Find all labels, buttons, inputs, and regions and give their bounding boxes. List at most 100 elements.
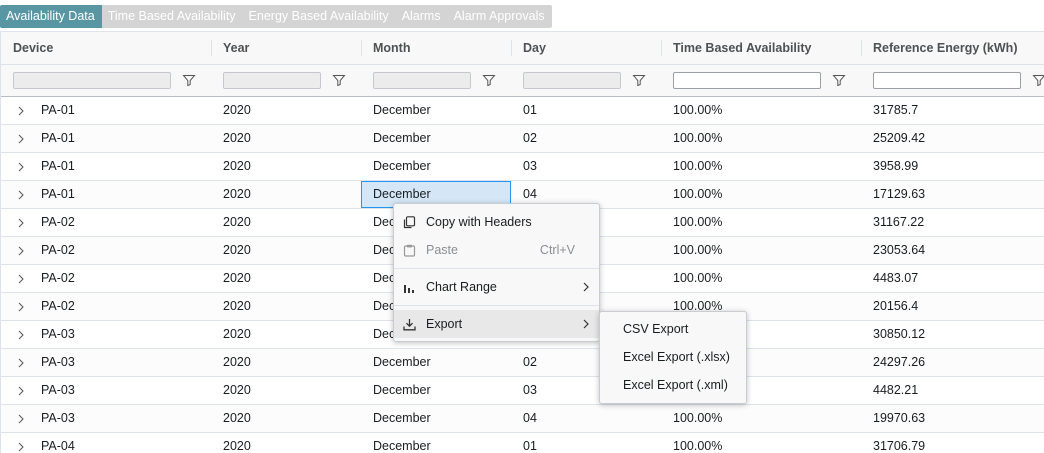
cell-time-based-availability[interactable]: 100.00% [661,265,861,292]
menu-item-export[interactable]: Export [394,310,599,338]
cell-reference-energy[interactable]: 20156.4 [861,293,1044,320]
menu-item-excel-export-xml[interactable]: Excel Export (.xml) [600,371,746,399]
chevron-right-icon[interactable] [15,133,27,145]
cell-device[interactable]: PA-01 [1,125,211,152]
cell-device[interactable]: PA-03 [1,321,211,348]
chevron-right-icon[interactable] [15,329,27,341]
cell-year[interactable]: 2020 [211,237,361,264]
cell-time-based-availability[interactable]: 100.00% [661,125,861,152]
cell-device[interactable]: PA-03 [1,377,211,404]
cell-year[interactable]: 2020 [211,181,361,208]
column-resize-handle[interactable] [661,40,662,56]
cell-device[interactable]: PA-02 [1,293,211,320]
cell-reference-energy[interactable]: 25209.42 [861,125,1044,152]
cell-year[interactable]: 2020 [211,293,361,320]
filter-input-day[interactable] [523,72,621,89]
cell-device[interactable]: PA-03 [1,349,211,376]
chevron-right-icon[interactable] [15,161,27,173]
column-header-time-based-availability[interactable]: Time Based Availability [661,32,861,64]
cell-reference-energy[interactable]: 24297.26 [861,349,1044,376]
chevron-right-icon[interactable] [15,301,27,313]
cell-reference-energy[interactable]: 31167.22 [861,209,1044,236]
cell-time-based-availability[interactable]: 100.00% [661,153,861,180]
cell-reference-energy[interactable]: 4482.21 [861,377,1044,404]
column-resize-handle[interactable] [211,40,212,56]
cell-device[interactable]: PA-01 [1,181,211,208]
chevron-right-icon[interactable] [15,273,27,285]
filter-input-time-based-availability[interactable] [673,72,821,89]
chevron-right-icon[interactable] [15,105,27,117]
cell-month[interactable]: December [361,97,511,124]
column-header-year[interactable]: Year [211,32,361,64]
cell-reference-energy[interactable]: 4483.07 [861,265,1044,292]
table-row[interactable]: PA-01 2020 December 03 100.00% 3958.99 [1,153,1044,181]
cell-year[interactable]: 2020 [211,153,361,180]
filter-input-device[interactable] [13,72,171,89]
table-row[interactable]: PA-03 2020 December 03 4482.21 [1,377,1044,405]
cell-year[interactable]: 2020 [211,321,361,348]
menu-item-chart-range[interactable]: Chart Range [394,273,599,301]
cell-month[interactable]: December [361,405,511,432]
cell-time-based-availability[interactable]: 100.00% [661,181,861,208]
cell-month[interactable]: December [361,433,511,453]
filter-icon[interactable] [332,73,346,87]
cell-month[interactable]: December [361,125,511,152]
table-row[interactable]: PA-04 2020 December 01 100.00% 31706.79 [1,433,1044,453]
filter-input-year[interactable] [223,72,321,89]
filter-icon[interactable] [632,73,646,87]
filter-icon[interactable] [482,73,496,87]
cell-device[interactable]: PA-02 [1,237,211,264]
cell-time-based-availability[interactable]: 100.00% [661,209,861,236]
filter-icon[interactable] [832,73,846,87]
cell-year[interactable]: 2020 [211,377,361,404]
cell-device[interactable]: PA-01 [1,153,211,180]
cell-day[interactable]: 01 [511,433,661,453]
chevron-right-icon[interactable] [15,189,27,201]
cell-device[interactable]: PA-04 [1,433,211,453]
filter-input-month[interactable] [373,72,471,89]
cell-year[interactable]: 2020 [211,97,361,124]
cell-month[interactable]: December [361,377,511,404]
cell-reference-energy[interactable]: 17129.63 [861,181,1044,208]
column-header-month[interactable]: Month [361,32,511,64]
cell-day[interactable]: 01 [511,97,661,124]
cell-year[interactable]: 2020 [211,209,361,236]
table-row[interactable]: PA-03 2020 December 02 24297.26 [1,349,1044,377]
cell-device[interactable]: PA-01 [1,97,211,124]
column-resize-handle[interactable] [361,40,362,56]
table-row[interactable]: PA-03 2020 December 04 100.00% 19970.63 [1,405,1044,433]
column-resize-handle[interactable] [861,40,862,56]
chevron-right-icon[interactable] [15,245,27,257]
cell-year[interactable]: 2020 [211,405,361,432]
cell-year[interactable]: 2020 [211,349,361,376]
cell-day[interactable]: 02 [511,125,661,152]
column-header-device[interactable]: Device [1,32,211,64]
tab-time-based-availability[interactable]: Time Based Availability [102,5,243,28]
cell-reference-energy[interactable]: 23053.64 [861,237,1044,264]
cell-reference-energy[interactable]: 31706.79 [861,433,1044,453]
table-row[interactable]: PA-01 2020 December 02 100.00% 25209.42 [1,125,1044,153]
tab-availability-data[interactable]: Availability Data [0,5,102,28]
cell-year[interactable]: 2020 [211,433,361,453]
table-row[interactable]: PA-01 2020 December 01 100.00% 31785.7 [1,97,1044,125]
cell-day[interactable]: 03 [511,153,661,180]
cell-device[interactable]: PA-02 [1,265,211,292]
cell-year[interactable]: 2020 [211,125,361,152]
tab-alarm-approvals[interactable]: Alarm Approvals [448,5,552,28]
cell-year[interactable]: 2020 [211,265,361,292]
cell-reference-energy[interactable]: 30850.12 [861,321,1044,348]
menu-item-copy-with-headers[interactable]: Copy with Headers [394,208,599,236]
column-header-reference-energy[interactable]: Reference Energy (kWh) [861,32,1044,64]
cell-time-based-availability[interactable]: 100.00% [661,433,861,453]
cell-device[interactable]: PA-03 [1,405,211,432]
tab-alarms[interactable]: Alarms [396,5,448,28]
cell-month[interactable]: December [361,153,511,180]
cell-time-based-availability[interactable]: 100.00% [661,97,861,124]
cell-time-based-availability[interactable]: 100.00% [661,405,861,432]
cell-month[interactable]: December [361,349,511,376]
chevron-right-icon[interactable] [15,357,27,369]
column-resize-handle[interactable] [511,40,512,56]
tab-energy-based-availability[interactable]: Energy Based Availability [243,5,396,28]
cell-reference-energy[interactable]: 31785.7 [861,97,1044,124]
chevron-right-icon[interactable] [15,385,27,397]
